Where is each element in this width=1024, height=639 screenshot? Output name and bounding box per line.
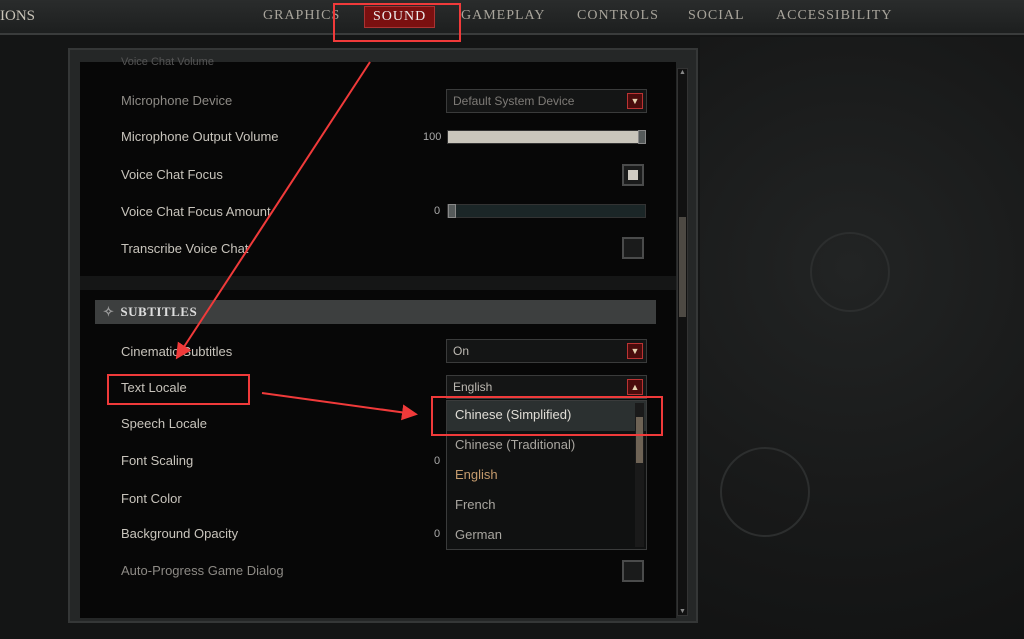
cinematic-subtitles-label: Cinematic Subtitles [121, 344, 233, 359]
voice-chat-focus-amount-label: Voice Chat Focus Amount [121, 204, 271, 219]
text-locale-value: English [453, 380, 493, 394]
slider-handle[interactable] [448, 204, 456, 218]
font-scaling-label: Font Scaling [121, 453, 194, 468]
tab-sound[interactable]: SOUND [364, 6, 436, 28]
voice-chat-focus-label: Voice Chat Focus [121, 167, 223, 182]
scroll-up-icon[interactable]: ▲ [678, 69, 687, 76]
diamond-icon: ✧ [103, 304, 115, 319]
mic-output-volume-slider[interactable] [447, 130, 646, 144]
top-nav: IONS GRAPHICS SOUND GAMEPLAY CONTROLS SO… [0, 0, 1024, 35]
text-locale-options: Chinese (Simplified) Chinese (Traditiona… [446, 400, 647, 550]
mic-output-volume-value: 100 [423, 131, 442, 143]
font-color-label: Font Color [121, 491, 182, 506]
microphone-device-label: Microphone Device [121, 93, 233, 108]
scroll-thumb[interactable] [636, 417, 643, 463]
option-english[interactable]: English [447, 461, 646, 491]
subtitles-section-header: ✧ SUBTITLES [95, 300, 656, 324]
options-title: IONS [0, 8, 36, 24]
chevron-up-icon[interactable]: ▲ [627, 379, 643, 395]
rune-icon [720, 447, 810, 537]
auto-progress-label: Auto-Progress Game Dialog [121, 563, 284, 578]
rune-icon [810, 232, 890, 312]
cinematic-subtitles-dropdown[interactable]: On ▼ [446, 339, 647, 363]
option-chinese-simplified[interactable]: Chinese (Simplified) [447, 401, 646, 431]
tab-social[interactable]: SOCIAL [688, 8, 745, 24]
option-french[interactable]: French [447, 491, 646, 521]
speech-locale-label: Speech Locale [121, 416, 208, 431]
cinematic-subtitles-value: On [453, 344, 470, 358]
section-divider [80, 276, 676, 290]
mic-output-volume-label: Microphone Output Volume [121, 129, 279, 144]
scroll-thumb[interactable] [679, 217, 686, 317]
voice-chat-focus-amount-slider[interactable] [447, 204, 646, 218]
text-locale-label: Text Locale [121, 380, 187, 395]
background-opacity-label: Background Opacity [121, 526, 239, 541]
background-opacity-value: 0 [434, 528, 441, 540]
voice-chat-focus-checkbox[interactable] [622, 164, 644, 186]
scroll-down-icon[interactable]: ▼ [678, 608, 687, 615]
option-german[interactable]: German [447, 521, 646, 551]
decorative-background [700, 37, 1024, 639]
option-chinese-traditional[interactable]: Chinese (Traditional) [447, 431, 646, 461]
tab-graphics[interactable]: GRAPHICS [263, 8, 340, 24]
microphone-device-dropdown[interactable]: Default System Device ▼ [446, 89, 647, 113]
chevron-down-icon[interactable]: ▼ [627, 343, 643, 359]
transcribe-voice-chat-label: Transcribe Voice Chat [121, 241, 249, 256]
tab-accessibility[interactable]: ACCESSIBILITY [776, 8, 892, 24]
auto-progress-checkbox[interactable] [622, 560, 644, 582]
section-title: SUBTITLES [120, 304, 198, 319]
text-locale-dropdown[interactable]: English ▲ [446, 375, 647, 399]
voice-chat-volume-label: Voice Chat Volume [121, 56, 214, 68]
font-scaling-value: 0 [434, 455, 441, 467]
voice-chat-focus-amount-value: 0 [434, 205, 441, 217]
slider-handle[interactable] [638, 130, 646, 144]
tab-gameplay[interactable]: GAMEPLAY [461, 8, 546, 24]
dropdown-scrollbar[interactable] [635, 403, 644, 547]
transcribe-voice-chat-checkbox[interactable] [622, 237, 644, 259]
tab-controls[interactable]: CONTROLS [577, 8, 659, 24]
chevron-down-icon[interactable]: ▼ [627, 93, 643, 109]
settings-scrollbar[interactable]: ▲ ▼ [677, 68, 688, 616]
microphone-device-value: Default System Device [453, 94, 575, 108]
